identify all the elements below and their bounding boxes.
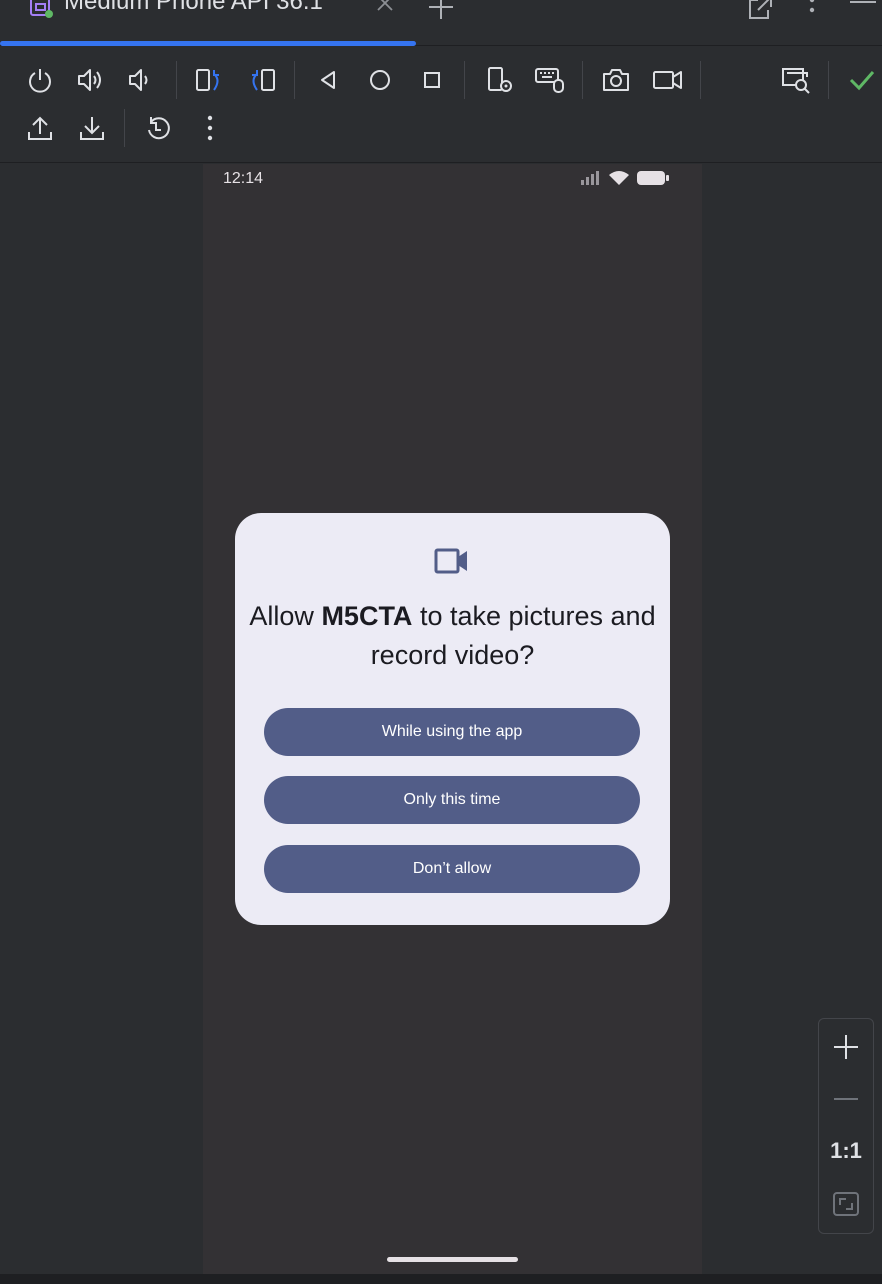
add-tab-icon[interactable] bbox=[428, 0, 454, 20]
inspect-icon[interactable] bbox=[780, 64, 812, 96]
tab-bar: Medium Phone API 36.1 bbox=[0, 0, 882, 46]
video-camera-icon bbox=[434, 546, 470, 576]
device-tab-icon bbox=[28, 0, 56, 20]
app-name: M5CTA bbox=[321, 601, 413, 631]
volume-up-icon[interactable] bbox=[75, 64, 107, 96]
dont-allow-label: Don’t allow bbox=[412, 860, 492, 877]
signal-icon bbox=[580, 170, 602, 186]
title-suffix: to take pictures and record video? bbox=[370, 601, 656, 670]
zoom-out-icon[interactable] bbox=[819, 1079, 873, 1119]
toolbar-divider bbox=[124, 109, 125, 147]
bottom-border bbox=[0, 1274, 882, 1284]
download-icon[interactable] bbox=[76, 112, 108, 144]
more-vertical-icon[interactable] bbox=[802, 0, 822, 22]
wifi-icon bbox=[608, 170, 630, 186]
reset-icon[interactable] bbox=[142, 112, 174, 144]
external-window-icon[interactable] bbox=[746, 0, 774, 22]
active-tab-indicator bbox=[0, 41, 416, 46]
zoom-in-icon[interactable] bbox=[819, 1027, 873, 1067]
close-tab-icon[interactable] bbox=[376, 0, 394, 12]
zoom-actual-size-button[interactable]: 1:1 bbox=[819, 1131, 873, 1171]
while-using-app-label: While using the app bbox=[381, 723, 523, 740]
toolbar-divider bbox=[828, 61, 829, 99]
camera-snapshot-icon[interactable] bbox=[600, 64, 632, 96]
dialog-title: Allow M5CTA to take pictures and record … bbox=[235, 597, 670, 675]
screen-record-icon[interactable] bbox=[652, 64, 684, 96]
power-icon[interactable] bbox=[24, 64, 56, 96]
overview-icon[interactable] bbox=[416, 64, 448, 96]
fit-screen-icon[interactable] bbox=[819, 1184, 873, 1224]
check-icon[interactable] bbox=[846, 64, 878, 96]
keyboard-mouse-icon[interactable] bbox=[534, 64, 566, 96]
toolbar-divider bbox=[582, 61, 583, 99]
dont-allow-button[interactable]: Don’t allow bbox=[264, 845, 640, 893]
toolbar-divider bbox=[176, 61, 177, 99]
device-screen[interactable]: 12:14 Allow M5CTA to take pictures and r… bbox=[203, 164, 702, 1274]
only-this-time-button[interactable]: Only this time bbox=[264, 776, 640, 824]
only-this-time-label: Only this time bbox=[403, 791, 501, 808]
volume-down-icon[interactable] bbox=[125, 64, 157, 96]
more-vertical-icon[interactable] bbox=[194, 112, 226, 144]
tab-title: Medium Phone API 36.1 bbox=[64, 0, 323, 15]
emulator-toolbar bbox=[0, 47, 882, 163]
minimize-icon[interactable] bbox=[850, 0, 876, 8]
gesture-handle[interactable] bbox=[387, 1257, 518, 1262]
status-icons bbox=[580, 170, 670, 186]
toolbar-divider bbox=[294, 61, 295, 99]
toolbar-divider bbox=[700, 61, 701, 99]
zoom-controls: 1:1 bbox=[818, 1018, 874, 1234]
device-settings-icon[interactable] bbox=[484, 64, 516, 96]
while-using-app-button[interactable]: While using the app bbox=[264, 708, 640, 756]
permission-dialog: Allow M5CTA to take pictures and record … bbox=[235, 513, 670, 925]
status-time: 12:14 bbox=[223, 170, 264, 187]
rotate-right-icon[interactable] bbox=[246, 64, 278, 96]
tab-medium-phone[interactable]: Medium Phone API 36.1 bbox=[0, 0, 416, 46]
home-icon[interactable] bbox=[364, 64, 396, 96]
rotate-left-icon[interactable] bbox=[193, 64, 225, 96]
toolbar-divider bbox=[464, 61, 465, 99]
upload-icon[interactable] bbox=[24, 112, 56, 144]
battery-icon bbox=[636, 170, 670, 186]
back-icon[interactable] bbox=[312, 64, 344, 96]
title-prefix: Allow bbox=[249, 601, 322, 631]
